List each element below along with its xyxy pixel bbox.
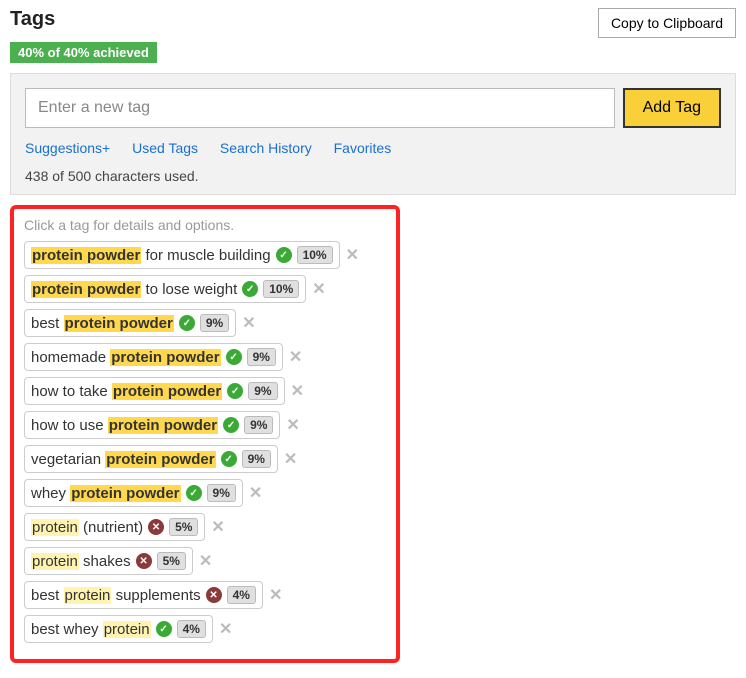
tag-text: how to use protein powder <box>31 417 218 434</box>
percent-badge: 9% <box>242 450 271 468</box>
tag-row: protein powder to lose weight ✓ 10% ✕ <box>24 275 386 303</box>
percent-badge: 4% <box>227 586 256 604</box>
tag-pill[interactable]: homemade protein powder ✓ 9% <box>24 343 283 371</box>
percent-badge: 4% <box>177 620 206 638</box>
percent-badge: 10% <box>263 280 299 298</box>
tag-row: how to use protein powder ✓ 9% ✕ <box>24 411 386 439</box>
tag-pill[interactable]: vegetarian protein powder ✓ 9% <box>24 445 278 473</box>
tag-row: whey protein powder ✓ 9% ✕ <box>24 479 386 507</box>
tag-text: protein powder for muscle building <box>31 247 271 264</box>
percent-badge: 5% <box>157 552 186 570</box>
tag-row: best protein supplements ✕ 4% ✕ <box>24 581 386 609</box>
tag-row: best protein powder ✓ 9% ✕ <box>24 309 386 337</box>
remove-tag-button[interactable]: ✕ <box>286 417 299 434</box>
search-history-link[interactable]: Search History <box>220 140 312 156</box>
remove-tag-button[interactable]: ✕ <box>219 621 232 638</box>
x-icon: ✕ <box>136 553 152 569</box>
remove-tag-button[interactable]: ✕ <box>346 247 359 264</box>
check-icon: ✓ <box>156 621 172 637</box>
check-icon: ✓ <box>186 485 202 501</box>
suggestions-link[interactable]: Suggestions+ <box>25 140 110 156</box>
x-icon: ✕ <box>206 587 222 603</box>
tag-row: protein shakes ✕ 5% ✕ <box>24 547 386 575</box>
percent-badge: 9% <box>207 484 236 502</box>
tag-pill[interactable]: how to take protein powder ✓ 9% <box>24 377 285 405</box>
remove-tag-button[interactable]: ✕ <box>211 519 224 536</box>
tag-pill[interactable]: protein powder for muscle building ✓ 10% <box>24 241 340 269</box>
tag-pill[interactable]: best whey protein ✓ 4% <box>24 615 213 643</box>
characters-used-label: 438 of 500 characters used. <box>25 168 721 184</box>
tags-hint: Click a tag for details and options. <box>24 217 386 233</box>
tag-pill[interactable]: protein powder to lose weight ✓ 10% <box>24 275 306 303</box>
remove-tag-button[interactable]: ✕ <box>284 451 297 468</box>
remove-tag-button[interactable]: ✕ <box>312 281 325 298</box>
tag-text: best whey protein <box>31 621 151 638</box>
tag-row: protein powder for muscle building ✓ 10% ✕ <box>24 241 386 269</box>
tag-text: protein (nutrient) <box>31 519 143 536</box>
tag-input[interactable] <box>25 88 615 128</box>
tag-row: best whey protein ✓ 4% ✕ <box>24 615 386 643</box>
tag-row: protein (nutrient) ✕ 5% ✕ <box>24 513 386 541</box>
remove-tag-button[interactable]: ✕ <box>242 315 255 332</box>
favorites-link[interactable]: Favorites <box>334 140 392 156</box>
achieved-badge: 40% of 40% achieved <box>10 42 157 63</box>
tag-text: protein shakes <box>31 553 131 570</box>
tag-pill[interactable]: protein shakes ✕ 5% <box>24 547 193 575</box>
tag-text: whey protein powder <box>31 485 181 502</box>
tag-row: how to take protein powder ✓ 9% ✕ <box>24 377 386 405</box>
remove-tag-button[interactable]: ✕ <box>199 553 212 570</box>
remove-tag-button[interactable]: ✕ <box>289 349 302 366</box>
tag-text: protein powder to lose weight <box>31 281 237 298</box>
tag-text: how to take protein powder <box>31 383 222 400</box>
add-tag-button[interactable]: Add Tag <box>623 88 721 128</box>
remove-tag-button[interactable]: ✕ <box>269 587 282 604</box>
used-tags-link[interactable]: Used Tags <box>132 140 198 156</box>
percent-badge: 9% <box>247 348 276 366</box>
percent-badge: 5% <box>169 518 198 536</box>
links-row: Suggestions+ Used Tags Search History Fa… <box>25 140 721 156</box>
check-icon: ✓ <box>226 349 242 365</box>
tag-row: homemade protein powder ✓ 9% ✕ <box>24 343 386 371</box>
percent-badge: 9% <box>244 416 273 434</box>
check-icon: ✓ <box>223 417 239 433</box>
tag-pill[interactable]: whey protein powder ✓ 9% <box>24 479 243 507</box>
percent-badge: 9% <box>200 314 229 332</box>
tag-pill[interactable]: protein (nutrient) ✕ 5% <box>24 513 205 541</box>
check-icon: ✓ <box>227 383 243 399</box>
tag-text: vegetarian protein powder <box>31 451 216 468</box>
tag-text: homemade protein powder <box>31 349 221 366</box>
page-title: Tags <box>10 8 55 31</box>
tags-list-box: Click a tag for details and options. pro… <box>10 205 400 663</box>
tag-pill[interactable]: best protein powder ✓ 9% <box>24 309 236 337</box>
tag-text: best protein powder <box>31 315 174 332</box>
tag-pill[interactable]: how to use protein powder ✓ 9% <box>24 411 280 439</box>
check-icon: ✓ <box>179 315 195 331</box>
check-icon: ✓ <box>276 247 292 263</box>
copy-to-clipboard-button[interactable]: Copy to Clipboard <box>598 8 736 38</box>
check-icon: ✓ <box>221 451 237 467</box>
percent-badge: 9% <box>248 382 277 400</box>
remove-tag-button[interactable]: ✕ <box>249 485 262 502</box>
tag-pill[interactable]: best protein supplements ✕ 4% <box>24 581 263 609</box>
remove-tag-button[interactable]: ✕ <box>291 383 304 400</box>
check-icon: ✓ <box>242 281 258 297</box>
x-icon: ✕ <box>148 519 164 535</box>
tag-input-panel: Add Tag Suggestions+ Used Tags Search Hi… <box>10 73 736 195</box>
percent-badge: 10% <box>297 246 333 264</box>
tag-text: best protein supplements <box>31 587 201 604</box>
tag-row: vegetarian protein powder ✓ 9% ✕ <box>24 445 386 473</box>
